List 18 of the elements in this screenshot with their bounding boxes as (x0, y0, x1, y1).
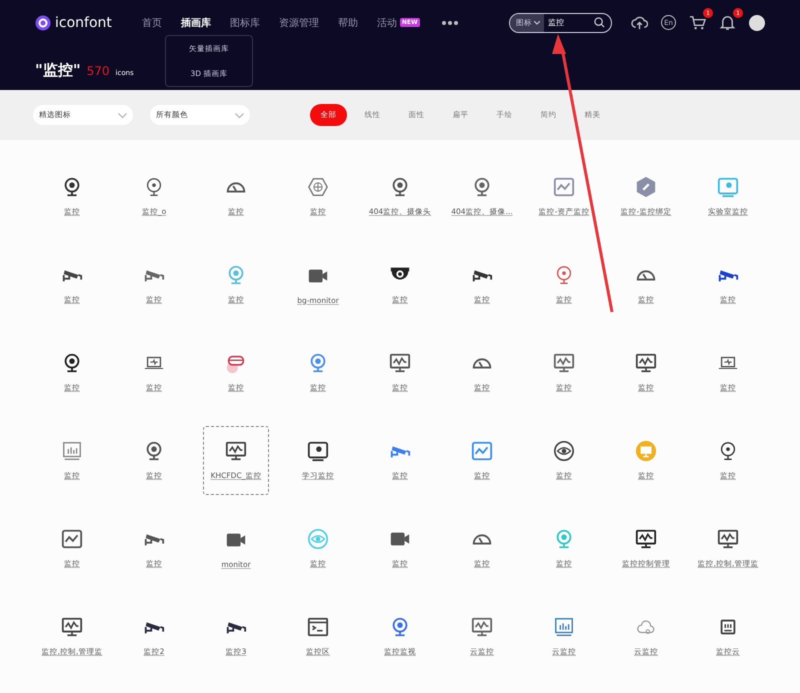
nav-link[interactable]: 图标库 (230, 16, 260, 30)
search-icon[interactable] (594, 17, 605, 28)
result-count: 570 (86, 64, 110, 78)
nav-link[interactable]: 帮助 (338, 16, 358, 30)
bell-icon[interactable] (719, 14, 736, 31)
avatar[interactable] (749, 14, 765, 30)
nav-link[interactable]: 插画库 (180, 16, 211, 30)
more-icon[interactable] (440, 20, 459, 26)
upload-cloud-icon[interactable] (631, 14, 648, 31)
logo-text[interactable]: iconfont (55, 14, 112, 30)
chevron-down-icon (235, 112, 244, 118)
caret-icon (534, 20, 540, 24)
logo-icon (35, 14, 51, 30)
chevron-down-icon (118, 112, 127, 118)
nav-link[interactable]: 资源管理 (278, 16, 319, 30)
nav-link[interactable]: 首页 (142, 16, 162, 30)
cart-icon[interactable] (689, 14, 706, 31)
search-query-title: "监控" (35, 61, 81, 80)
